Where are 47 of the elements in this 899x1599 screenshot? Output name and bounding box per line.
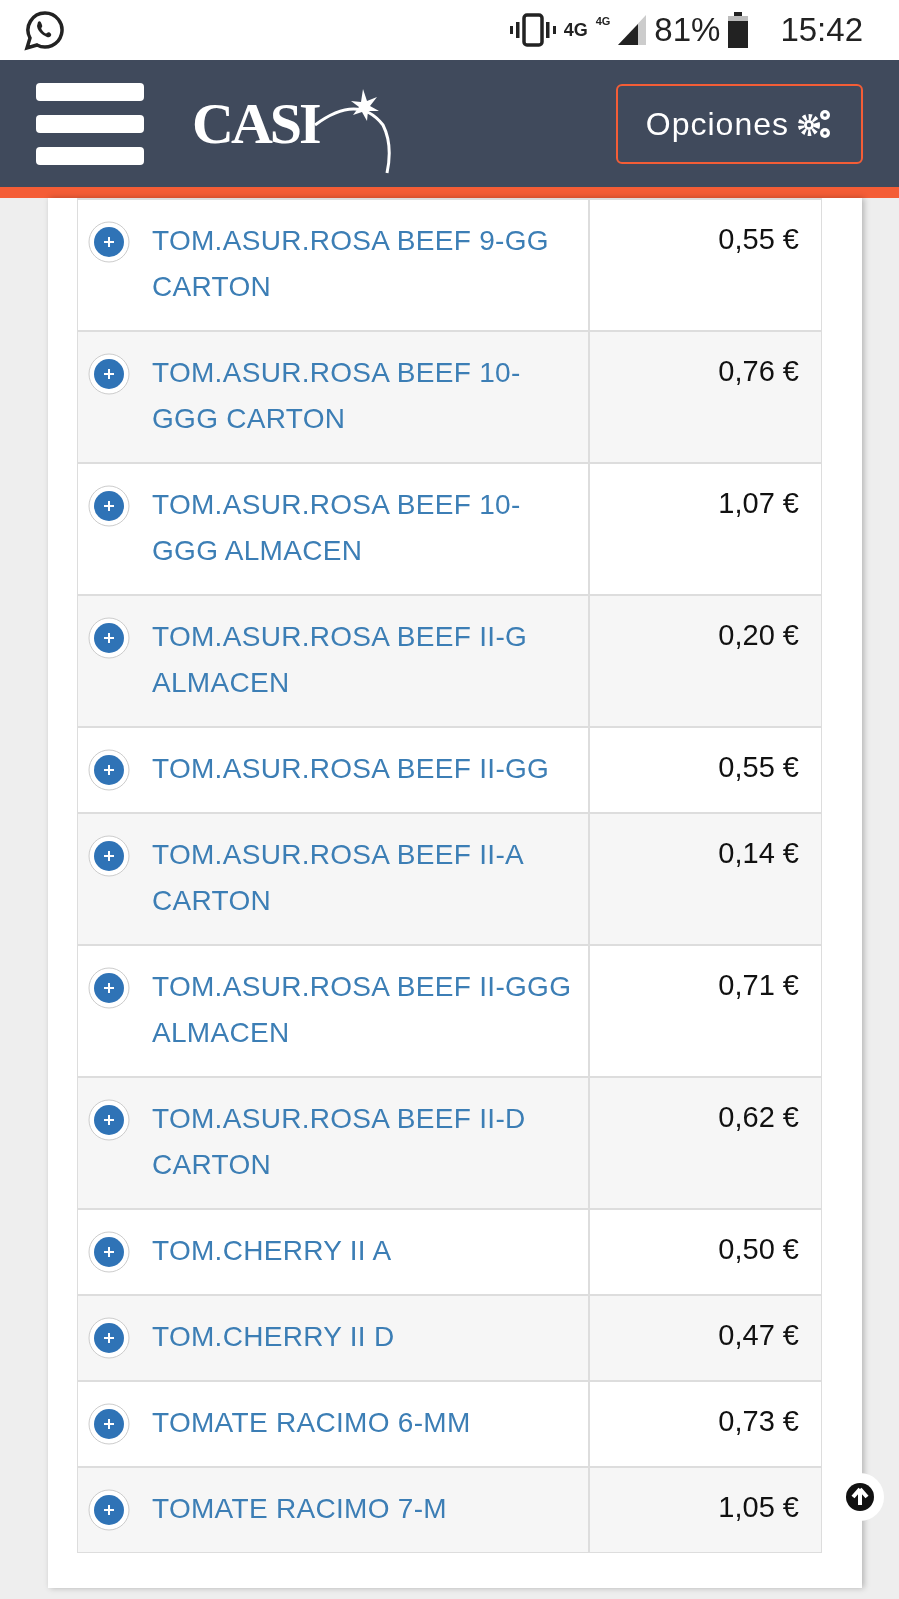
product-name[interactable]: TOM.CHERRY II A [152, 1228, 392, 1274]
price: 0,50 € [718, 1233, 799, 1265]
expand-icon[interactable] [88, 1317, 130, 1359]
chat-icon [24, 9, 66, 51]
price: 0,20 € [718, 619, 799, 651]
price: 0,55 € [718, 751, 799, 783]
price: 1,05 € [718, 1491, 799, 1523]
price: 1,07 € [718, 487, 799, 519]
product-name[interactable]: TOM.ASUR.ROSA BEEF II-A CARTON [152, 832, 580, 924]
network-label: 4G [595, 14, 611, 30]
battery-level: 81% [654, 10, 721, 51]
expand-icon[interactable] [88, 835, 130, 877]
product-name[interactable]: TOM.ASUR.ROSA BEEF 9-GG CARTON [152, 218, 580, 310]
price: 0,55 € [718, 223, 799, 255]
product-name[interactable]: TOM.ASUR.ROSA BEEF II-GG [152, 746, 550, 792]
clock: 15:42 [780, 10, 863, 51]
price: 0,76 € [718, 355, 799, 387]
expand-icon[interactable] [88, 1403, 130, 1445]
expand-icon[interactable] [88, 1231, 130, 1273]
expand-icon[interactable] [88, 221, 130, 263]
product-name[interactable]: TOM.ASUR.ROSA BEEF II-G ALMACEN [152, 614, 580, 706]
battery-icon [728, 12, 749, 48]
expand-icon[interactable] [88, 485, 130, 527]
expand-icon[interactable] [88, 749, 130, 791]
price: 0,14 € [718, 837, 799, 869]
expand-icon[interactable] [88, 1099, 130, 1141]
expand-icon[interactable] [88, 617, 130, 659]
product-name[interactable]: TOM.ASUR.ROSA BEEF II-D CARTON [152, 1096, 580, 1188]
signal-icon [618, 15, 647, 45]
product-name[interactable]: TOMATE RACIMO 7-M [152, 1486, 447, 1532]
network-label: 4G [563, 18, 588, 42]
expand-icon[interactable] [88, 1489, 130, 1531]
logo-text: CASI [192, 90, 319, 158]
product-name[interactable]: TOM.CHERRY II D [152, 1314, 395, 1360]
options-button[interactable]: Opciones [615, 83, 863, 164]
vibrate-icon [509, 13, 556, 47]
product-name[interactable]: TOM.ASUR.ROSA BEEF 10-GGG CARTON [152, 350, 580, 442]
product-name[interactable]: TOM.ASUR.ROSA BEEF 10-GGG ALMACEN [152, 482, 580, 574]
menu-icon[interactable] [36, 82, 144, 165]
expand-icon[interactable] [88, 353, 130, 395]
price: 0,73 € [718, 1405, 799, 1437]
product-name[interactable]: TOM.ASUR.ROSA BEEF II-GGG ALMACEN [152, 964, 580, 1056]
price: 0,71 € [718, 969, 799, 1001]
product-name[interactable]: TOMATE RACIMO 6-MM [152, 1400, 471, 1446]
price: 0,47 € [718, 1319, 799, 1351]
expand-icon[interactable] [88, 967, 130, 1009]
price: 0,62 € [718, 1101, 799, 1133]
